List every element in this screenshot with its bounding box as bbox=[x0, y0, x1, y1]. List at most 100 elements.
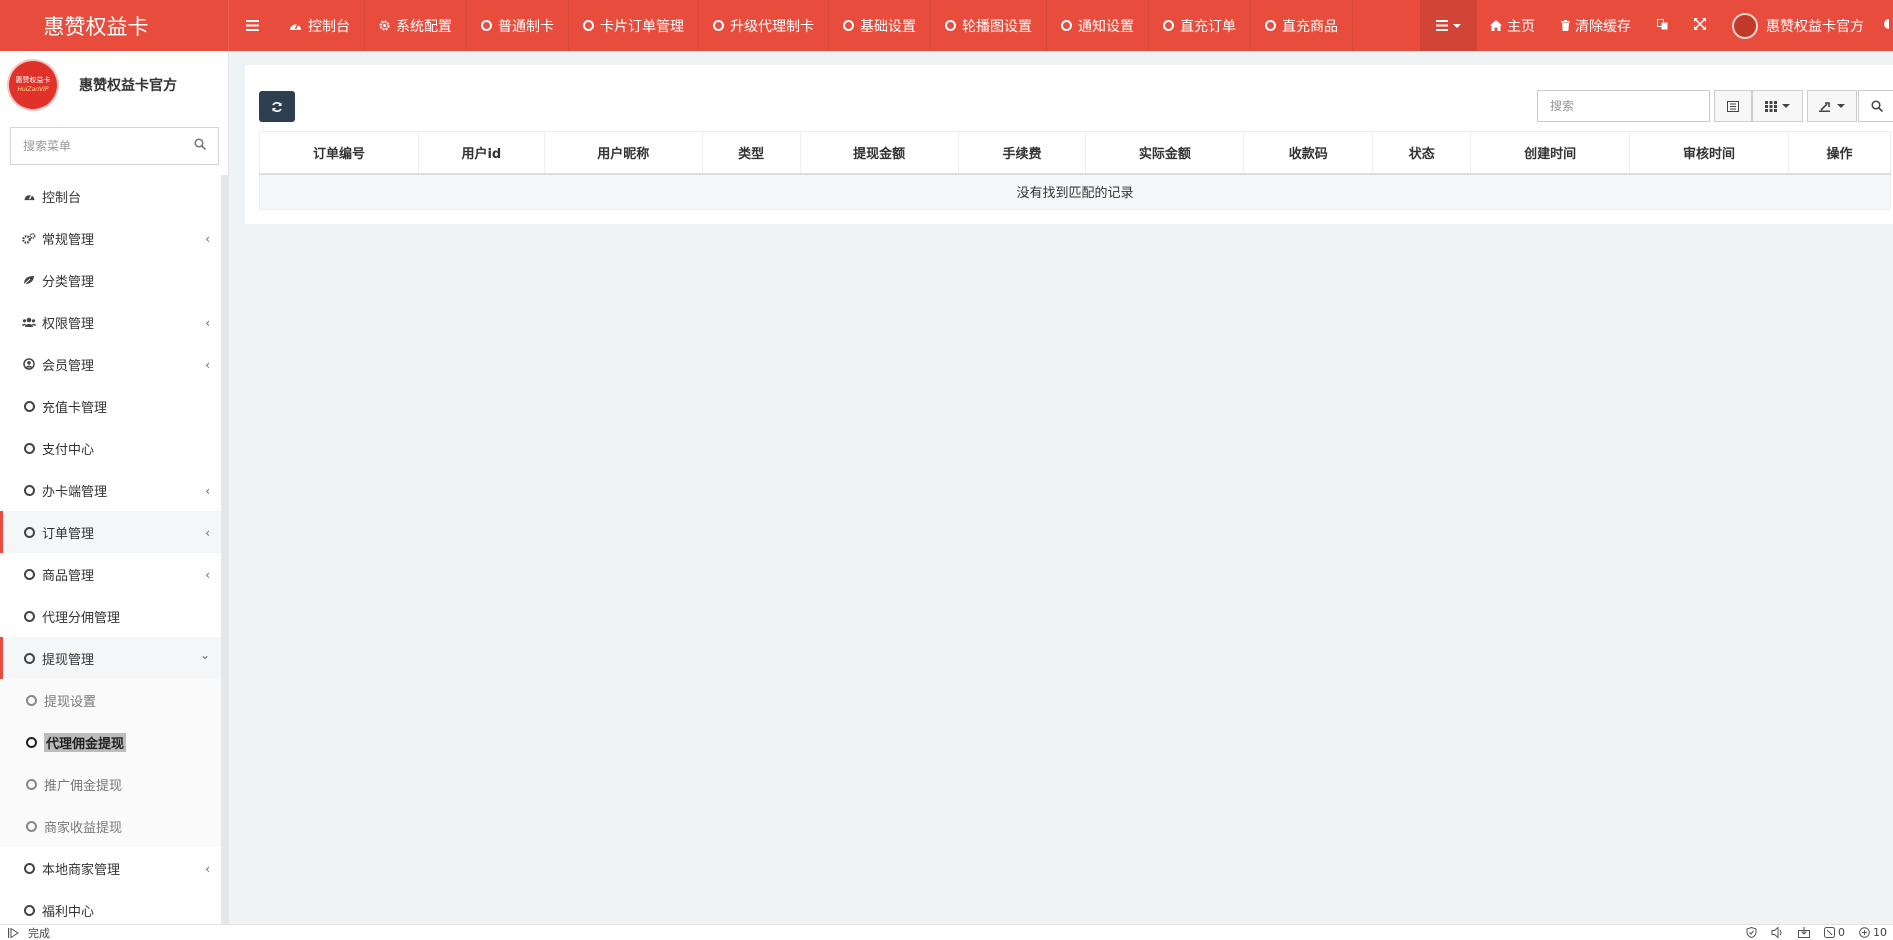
menu-search bbox=[10, 127, 219, 165]
sidebar-item-promo-withdraw[interactable]: 推广佣金提现 bbox=[0, 763, 222, 805]
sidebar-item-auth[interactable]: 权限管理 ‹ bbox=[0, 301, 222, 343]
sidebar-item-orders[interactable]: 订单管理 ‹ bbox=[0, 511, 222, 553]
more-menu-button[interactable] bbox=[1420, 0, 1477, 51]
logo-line1: 惠赞权益卡 bbox=[15, 75, 51, 84]
speaker-icon bbox=[1771, 927, 1782, 938]
sidebar-scrollbar[interactable] bbox=[221, 175, 228, 924]
top-right-actions: 主页 清除缓存 惠赞权益卡官方 bbox=[1420, 0, 1893, 51]
chevron-left-icon: ‹ bbox=[205, 358, 210, 372]
brand-logo: 惠赞权益卡 HuiZanVIP bbox=[9, 60, 57, 109]
column-header[interactable]: 手续费 bbox=[957, 131, 1087, 175]
grid-icon bbox=[1765, 100, 1777, 112]
caret-down-icon bbox=[1453, 23, 1461, 28]
topnav-direct-orders[interactable]: 直充订单 bbox=[1149, 0, 1251, 51]
circle-icon bbox=[22, 652, 36, 664]
logo-line2: HuiZanVIP bbox=[17, 85, 49, 93]
browser-status-bar: 完成 0 10 bbox=[0, 924, 1893, 940]
search-icon[interactable] bbox=[194, 138, 207, 154]
refresh-button[interactable] bbox=[259, 91, 295, 122]
menu-search-input[interactable] bbox=[23, 139, 194, 153]
block-icon bbox=[1824, 927, 1835, 938]
topnav-label: 卡片订单管理 bbox=[600, 18, 684, 35]
fullscreen-button[interactable] bbox=[1681, 0, 1719, 51]
gears-icon bbox=[1881, 18, 1893, 34]
chevron-left-icon: ‹ bbox=[205, 568, 210, 582]
home-link[interactable]: 主页 bbox=[1477, 0, 1548, 51]
zoom-text: 10 bbox=[1873, 926, 1887, 939]
search-icon bbox=[1870, 100, 1883, 112]
sidebar-item-general[interactable]: 常规管理 ‹ bbox=[0, 217, 222, 259]
column-header[interactable]: 审核时间 bbox=[1629, 131, 1789, 175]
column-header[interactable]: 收款码 bbox=[1243, 131, 1374, 175]
topnav-notice-settings[interactable]: 通知设置 bbox=[1047, 0, 1149, 51]
sidebar-item-card-terminal[interactable]: 办卡端管理 ‹ bbox=[0, 469, 222, 511]
avatar bbox=[1732, 12, 1758, 39]
topnav-normal-card[interactable]: 普通制卡 bbox=[467, 0, 569, 51]
sidebar-item-recharge-card[interactable]: 充值卡管理 bbox=[0, 385, 222, 427]
column-header[interactable]: 用户id bbox=[417, 131, 545, 175]
column-header[interactable]: 类型 bbox=[701, 131, 801, 175]
topnav-label: 通知设置 bbox=[1078, 18, 1134, 35]
table-search-input[interactable] bbox=[1537, 90, 1710, 122]
circle-icon bbox=[1163, 20, 1174, 31]
sidebar-item-member[interactable]: 会员管理 ‹ bbox=[0, 343, 222, 385]
sidebar-item-label: 常规管理 bbox=[42, 232, 95, 248]
chevron-left-icon: ‹ bbox=[205, 316, 210, 330]
topnav-agent-card[interactable]: 升级代理制卡 bbox=[699, 0, 829, 51]
control-sidebar-button[interactable] bbox=[1877, 0, 1893, 51]
sidebar-item-withdraw-settings[interactable]: 提现设置 bbox=[0, 679, 222, 721]
column-header[interactable]: 创建时间 bbox=[1470, 131, 1631, 175]
sidebar-item-category[interactable]: 分类管理 bbox=[0, 259, 222, 301]
column-header[interactable]: 实际金额 bbox=[1085, 131, 1245, 175]
circle-icon bbox=[1265, 20, 1276, 31]
sidebar-item-label: 控制台 bbox=[42, 190, 82, 206]
user-panel: 惠赞权益卡 HuiZanVIP 惠赞权益卡官方 bbox=[0, 51, 228, 118]
topnav-basic-settings[interactable]: 基础设置 bbox=[829, 0, 931, 51]
toggle-view-button[interactable] bbox=[1714, 90, 1752, 122]
export-button[interactable] bbox=[1807, 90, 1857, 122]
trash-icon bbox=[1561, 20, 1570, 31]
shield-check-icon bbox=[1746, 927, 1757, 938]
table-row: 没有找到匹配的记录 bbox=[259, 173, 1891, 210]
sidebar-item-welfare[interactable]: 福利中心 bbox=[0, 889, 222, 924]
brand-title[interactable]: 惠赞权益卡 bbox=[0, 0, 229, 51]
ad-block-counter[interactable]: 0 bbox=[1824, 926, 1845, 939]
top-nav: 控制台 系统配置 普通制卡 卡片订单管理 升级代理制卡 基础设置 轮播图设置 通… bbox=[275, 0, 1420, 51]
topnav-direct-products[interactable]: 直充商品 bbox=[1251, 0, 1353, 51]
translate-button[interactable] bbox=[1644, 0, 1681, 51]
column-header[interactable]: 提现金额 bbox=[799, 131, 959, 175]
column-header[interactable]: 操作 bbox=[1787, 131, 1892, 175]
sidebar-item-dashboard[interactable]: 控制台 bbox=[0, 175, 222, 217]
sidebar-item-merchant-withdraw[interactable]: 商家收益提现 bbox=[0, 805, 222, 847]
sidebar-item-withdraw[interactable]: 提现管理 ⌄ bbox=[0, 637, 222, 679]
sidebar-item-label: 订单管理 bbox=[42, 526, 95, 542]
list-icon bbox=[1436, 20, 1448, 31]
topnav-system-config[interactable]: 系统配置 bbox=[365, 0, 467, 51]
top-header: 惠赞权益卡 控制台 系统配置 普通制卡 卡片订单管理 升级代理制卡 基础设置 轮… bbox=[0, 0, 1893, 51]
advanced-search-button[interactable] bbox=[1858, 90, 1893, 122]
sidebar-item-agent-withdraw[interactable]: 代理佣金提现 bbox=[0, 721, 222, 763]
topnav-label: 普通制卡 bbox=[498, 18, 554, 35]
withdraw-submenu: 提现设置 代理佣金提现 推广佣金提现 商家收益提现 bbox=[0, 679, 222, 847]
columns-button[interactable] bbox=[1752, 90, 1803, 122]
circle-icon bbox=[24, 694, 38, 706]
user-menu[interactable]: 惠赞权益卡官方 bbox=[1719, 0, 1877, 51]
translate-icon bbox=[1657, 18, 1668, 34]
zoom-control[interactable]: 10 bbox=[1859, 926, 1887, 939]
sidebar-item-payment[interactable]: 支付中心 bbox=[0, 427, 222, 469]
status-text: 完成 bbox=[28, 926, 50, 940]
topnav-card-orders[interactable]: 卡片订单管理 bbox=[569, 0, 699, 51]
topnav-dashboard[interactable]: 控制台 bbox=[275, 0, 365, 51]
column-header[interactable]: 订单编号 bbox=[259, 131, 419, 175]
sidebar-item-local-merchant[interactable]: 本地商家管理 ‹ bbox=[0, 847, 222, 889]
sidebar-item-agent-commission[interactable]: 代理分佣管理 bbox=[0, 595, 222, 637]
sidebar-item-products[interactable]: 商品管理 ‹ bbox=[0, 553, 222, 595]
column-header[interactable]: 状态 bbox=[1372, 131, 1472, 175]
fullscreen-icon bbox=[1694, 17, 1706, 34]
circle-icon bbox=[843, 20, 854, 31]
topnav-carousel-settings[interactable]: 轮播图设置 bbox=[931, 0, 1047, 51]
column-header[interactable]: 用户昵称 bbox=[543, 131, 703, 175]
clear-cache-button[interactable]: 清除缓存 bbox=[1548, 0, 1644, 51]
sidebar-item-label: 会员管理 bbox=[42, 358, 95, 374]
sidebar-toggle-button[interactable] bbox=[229, 0, 275, 51]
